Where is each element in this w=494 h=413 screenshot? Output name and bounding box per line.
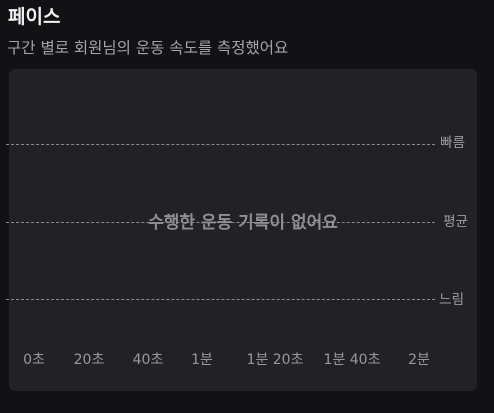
gridline-slow xyxy=(6,299,435,300)
level-label-slow: 느림 xyxy=(439,292,464,308)
pace-section: 페이스 구간 별로 회원님의 운동 속도를 측정했어요 빠름 평균 느림 수행한… xyxy=(0,0,494,413)
level-label-fast: 빠름 xyxy=(440,135,465,151)
x-tick-label: 1분 40초 xyxy=(323,352,381,368)
x-tick-label: 20초 xyxy=(73,352,105,368)
section-subtitle: 구간 별로 회원님의 운동 속도를 측정했어요 xyxy=(7,39,289,57)
pace-chart-card: 빠름 평균 느림 수행한 운동 기록이 없어요 0초 20초 40초 1분 1분… xyxy=(6,69,477,391)
empty-state-message: 수행한 운동 기록이 없어요 xyxy=(148,213,338,233)
x-tick-label: 2분 xyxy=(408,352,430,368)
gridline-fast xyxy=(6,144,435,145)
section-title: 페이스 xyxy=(8,6,61,28)
x-tick-label: 0초 xyxy=(23,352,45,368)
x-tick-label: 40초 xyxy=(132,352,164,368)
x-tick-label: 1분 xyxy=(191,352,213,368)
x-tick-label: 1분 20초 xyxy=(246,352,304,368)
